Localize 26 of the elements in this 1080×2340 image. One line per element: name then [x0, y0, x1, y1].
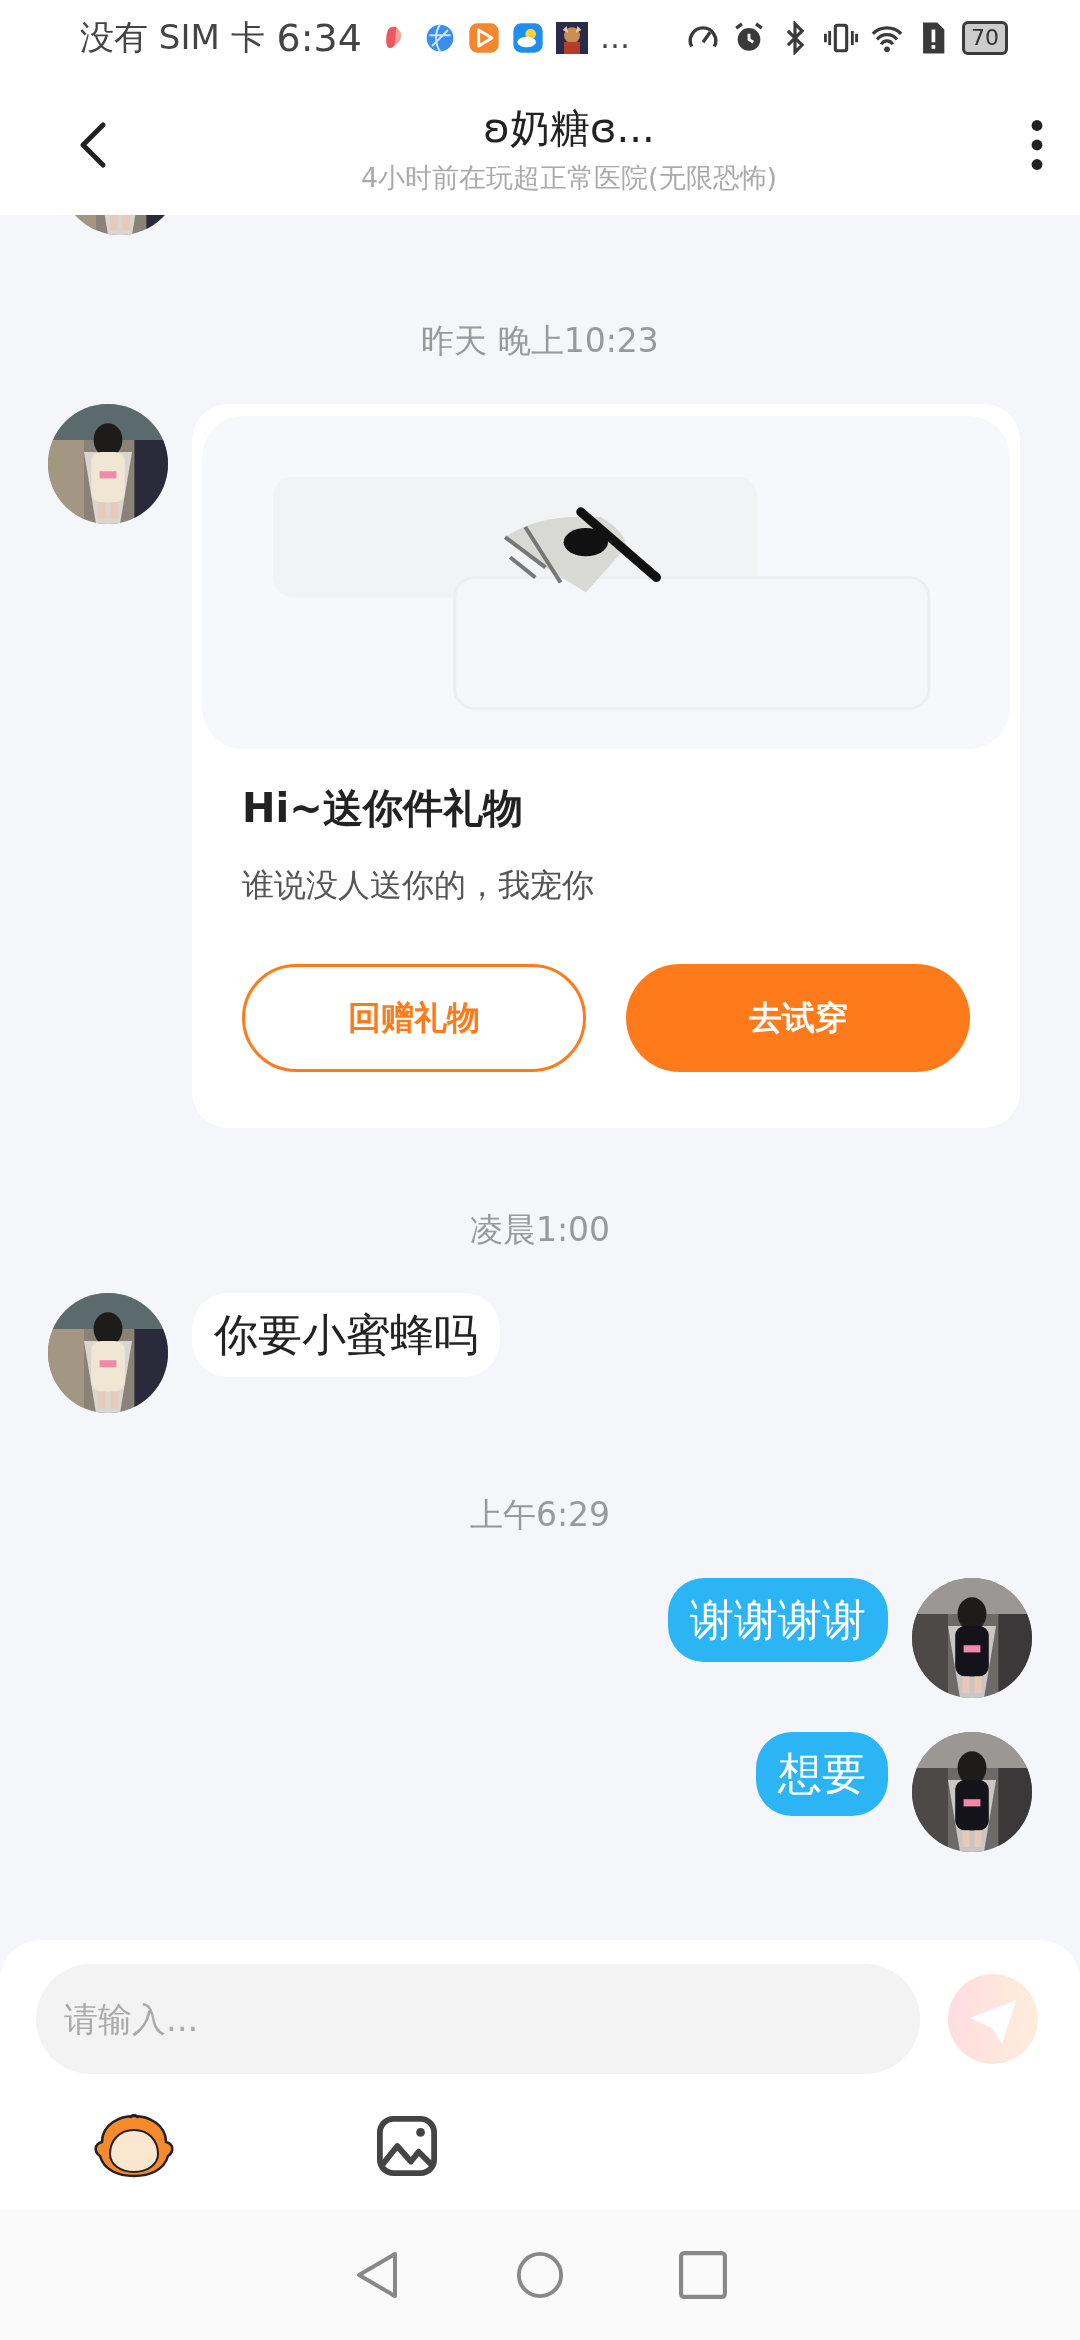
- recent-apps-icon[interactable]: [679, 2250, 727, 2300]
- image-icon[interactable]: [376, 2115, 438, 2177]
- gift-message: 谁说没人送你的，我宠你: [242, 865, 595, 906]
- message-input[interactable]: 请输入...: [36, 1964, 920, 2074]
- message-bubble: 谢谢谢谢: [668, 1578, 888, 1662]
- battery-level-text: 70: [971, 25, 999, 50]
- return-gift-button[interactable]: 回赠礼物: [242, 964, 586, 1072]
- message-bubble: 想要: [756, 1732, 888, 1816]
- try-on-button[interactable]: 去试穿: [626, 964, 970, 1072]
- clock-text: 6:34: [276, 15, 362, 60]
- play-icon: [467, 21, 500, 54]
- home-icon[interactable]: [516, 2250, 564, 2300]
- game-icon: [555, 21, 588, 54]
- timestamp: 上午6:29: [469, 1494, 611, 1536]
- timestamp: 凌晨1:00: [469, 1209, 611, 1251]
- back-icon[interactable]: [78, 120, 108, 170]
- sticker-icon[interactable]: [92, 2114, 176, 2178]
- message-bubble: 你要小蜜蜂吗: [192, 1293, 500, 1377]
- timestamp: 昨天 晚上10:23: [421, 320, 659, 362]
- more-icon[interactable]: [1030, 119, 1044, 171]
- activity-status: 4小时前在玩超正常医院(无限恐怖): [360, 160, 778, 195]
- more-text: …: [599, 20, 630, 55]
- weather-icon: [511, 21, 544, 54]
- carrier-text: 没有 SIM 卡: [80, 15, 265, 59]
- gift-title: Hi~送你件礼物: [242, 784, 524, 833]
- contact-name: ʚ奶糖ɞ...: [483, 103, 655, 153]
